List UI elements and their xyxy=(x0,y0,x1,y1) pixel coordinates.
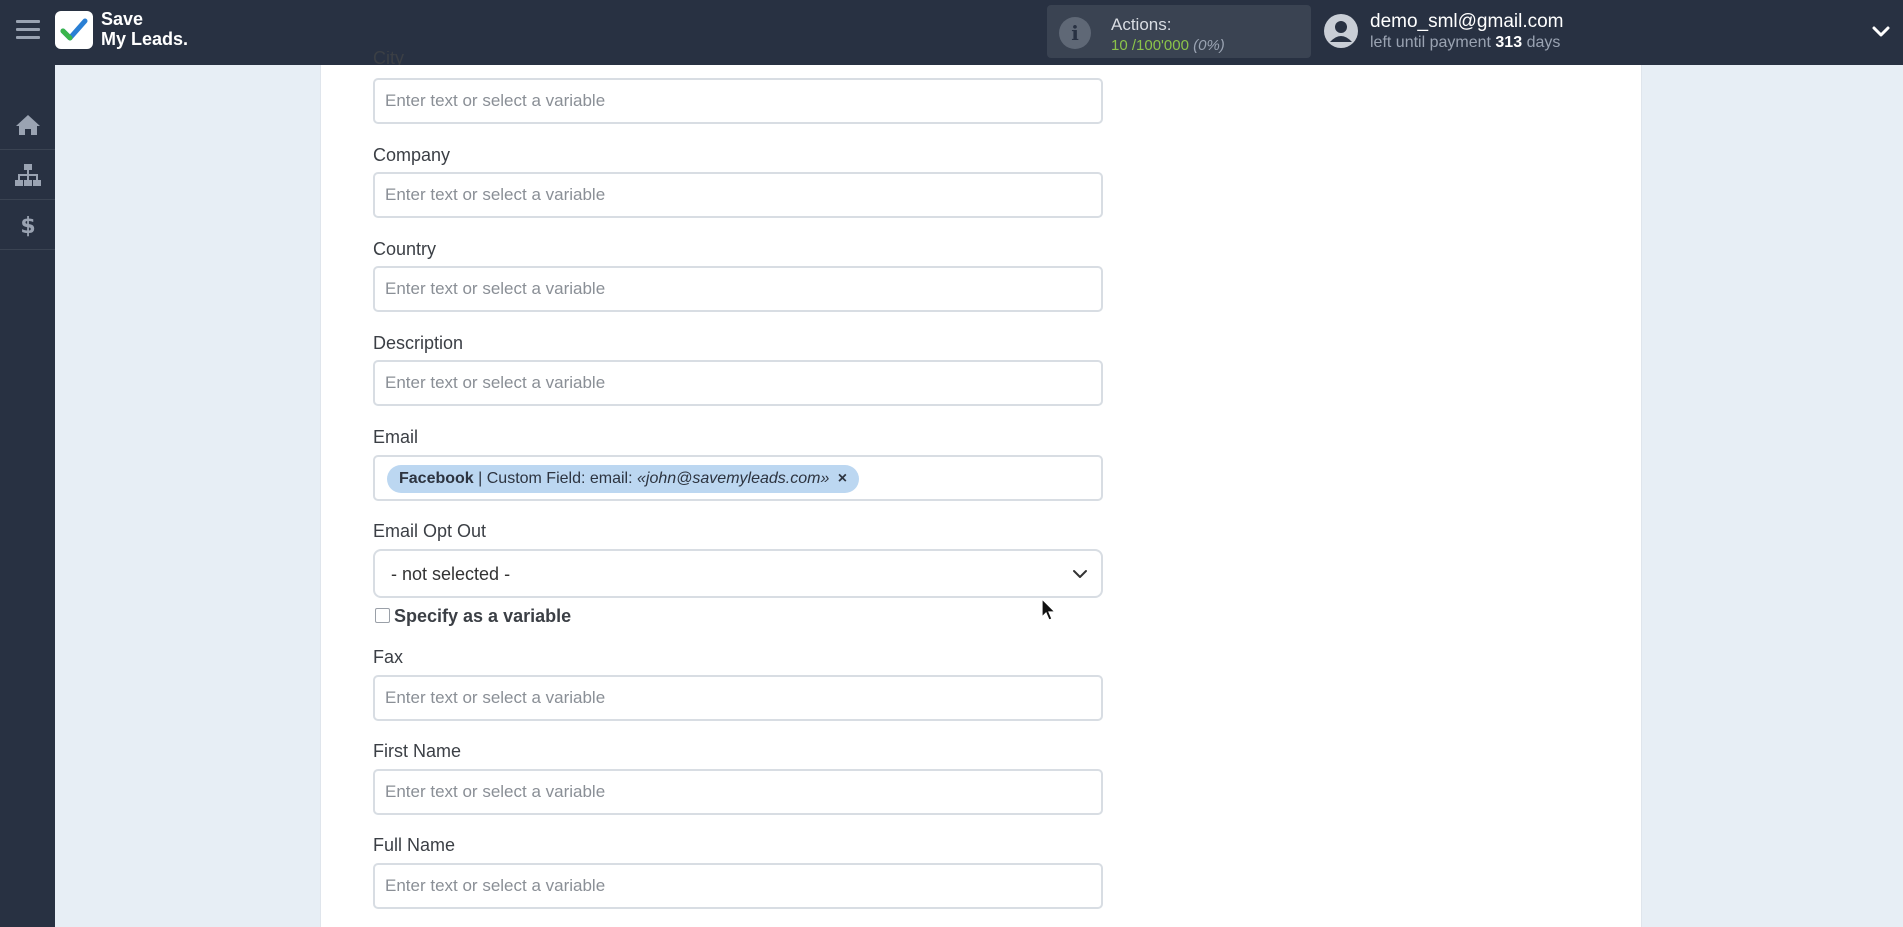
actions-total: /100'000 xyxy=(1131,37,1189,54)
actions-count: 10 /100'000 (0%) xyxy=(1111,37,1225,54)
tag-value: «john@savemyleads.com» xyxy=(637,470,830,487)
city-label: City xyxy=(373,51,404,65)
sidebar-item-billing[interactable]: $ xyxy=(0,200,55,250)
tag-remove-icon[interactable]: × xyxy=(838,470,847,487)
actions-percent: (0%) xyxy=(1193,37,1225,54)
specify-variable-checkbox[interactable] xyxy=(375,608,390,623)
logo-icon[interactable] xyxy=(55,11,93,49)
sitemap-icon xyxy=(14,163,41,186)
sidebar-item-home[interactable] xyxy=(0,100,55,150)
specify-variable-label[interactable]: Specify as a variable xyxy=(394,606,571,627)
home-icon xyxy=(15,114,40,135)
first-name-input[interactable] xyxy=(373,769,1103,815)
payment-days: 313 xyxy=(1495,34,1523,51)
tag-field: | Custom Field: email: xyxy=(473,470,637,487)
company-label: Company xyxy=(373,145,451,165)
full-name-label: Full Name xyxy=(373,835,456,855)
actions-panel[interactable]: i Actions: 10 /100'000 (0%) xyxy=(1047,5,1311,58)
description-label: Description xyxy=(373,333,464,353)
logo-text[interactable]: Save My Leads. xyxy=(101,9,188,49)
mouse-cursor-icon xyxy=(1041,597,1057,622)
chevron-down-icon xyxy=(1071,565,1089,583)
payment-suffix: days xyxy=(1526,34,1561,51)
full-name-input[interactable] xyxy=(373,863,1103,909)
country-label: Country xyxy=(373,239,437,259)
tag-source: Facebook xyxy=(399,470,474,487)
menu-icon[interactable] xyxy=(16,20,40,44)
actions-used: 10 xyxy=(1111,37,1128,54)
variable-tag[interactable]: Facebook | Custom Field: email: «john@sa… xyxy=(387,465,860,493)
country-input[interactable] xyxy=(373,266,1103,312)
email-opt-out-label: Email Opt Out xyxy=(373,521,487,541)
company-input[interactable] xyxy=(373,172,1103,218)
sidebar: $ xyxy=(0,65,55,927)
top-bar: Save My Leads. i Actions: 10 /100'000 (0… xyxy=(0,0,1903,65)
user-email[interactable]: demo_sml@gmail.com xyxy=(1370,11,1564,33)
dollar-icon: $ xyxy=(20,214,35,238)
email-opt-out-select[interactable]: - not selected - xyxy=(373,549,1103,598)
logo-line2: My Leads. xyxy=(101,29,189,49)
city-input[interactable] xyxy=(373,78,1103,124)
svg-text:$: $ xyxy=(20,214,35,238)
user-avatar-icon[interactable] xyxy=(1323,13,1359,49)
chevron-down-icon[interactable] xyxy=(1870,20,1892,42)
logo-line1: Save xyxy=(101,9,144,29)
payment-status: left until payment 313 days xyxy=(1370,34,1560,52)
actions-label: Actions: xyxy=(1111,15,1172,34)
first-name-label: First Name xyxy=(373,741,462,761)
sidebar-item-connections[interactable] xyxy=(0,150,55,200)
email-label: Email xyxy=(373,427,419,447)
description-input[interactable] xyxy=(373,360,1103,406)
select-value: - not selected - xyxy=(391,564,511,584)
info-icon: i xyxy=(1059,17,1091,49)
fax-input[interactable] xyxy=(373,675,1103,721)
email-input[interactable]: Facebook | Custom Field: email: «john@sa… xyxy=(373,455,1103,501)
payment-prefix: left until payment xyxy=(1370,34,1491,51)
fax-label: Fax xyxy=(373,647,404,667)
